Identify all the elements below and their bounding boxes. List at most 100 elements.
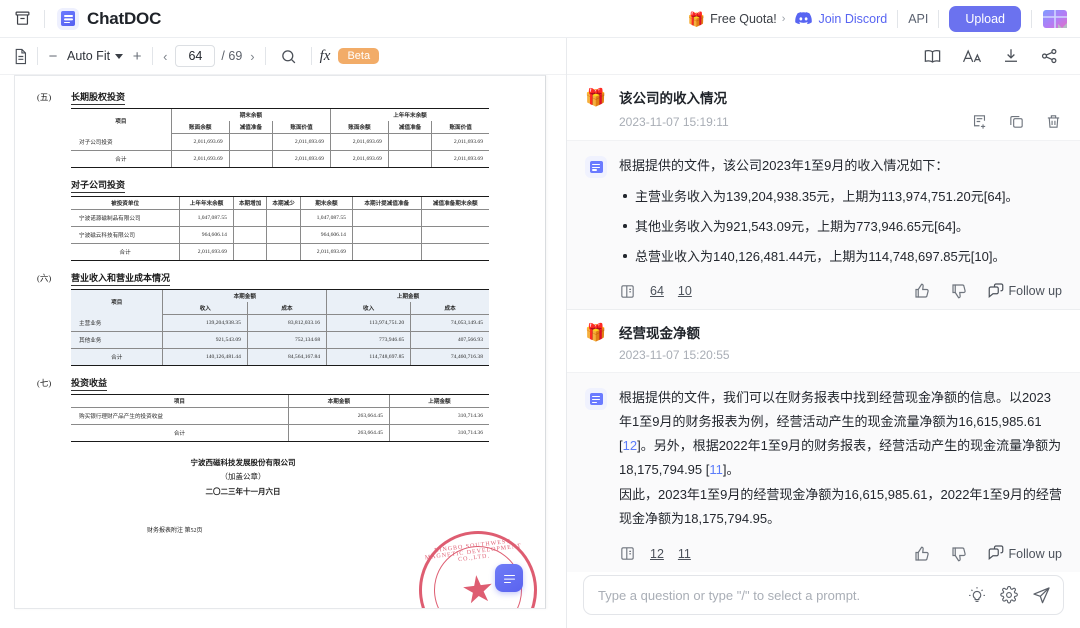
section-title: 对子公司投资 [71,178,125,193]
fx-icon[interactable]: fx [320,48,331,65]
api-link[interactable]: API [908,12,928,26]
answer-paragraph-1: 根据提供的文件，我们可以在财务报表中找到经营现金净额的信息。以2023年1至9月… [619,386,1062,482]
chat-bubble-icon[interactable] [495,564,523,592]
section-number: (六) [37,272,61,284]
font-size-icon[interactable] [962,47,982,66]
col-decrease: 本期减少 [267,197,300,210]
row-label: 主营业务 [71,315,163,332]
table-investment-income: 项目 本期金额 上期金额 购买银行理财产品产生的投资收益 263,664.45 … [71,394,489,442]
search-input[interactable] [598,588,968,603]
zoom-mode-label: Auto Fit [67,49,110,63]
cell [352,210,421,227]
question-block: 🎁 该公司的收入情况 2023-11-07 15:19:11 [567,75,1080,141]
citation-link[interactable]: 12 [650,547,664,561]
answer-footer: 12 11 [619,545,1062,563]
thumbs-down-icon[interactable] [950,545,968,563]
avatar[interactable] [1042,6,1068,32]
zoom-mode-select[interactable]: Auto Fit [67,49,123,63]
row-label: 合计 [71,349,163,366]
zoom-in-button[interactable]: + [130,48,144,65]
signature-company: 宁波西磁科技发展股份有限公司 [37,456,449,470]
cell [388,134,431,151]
prev-page-button[interactable]: ‹ [161,49,169,64]
chevron-right-icon: › [782,13,786,25]
header-left-group: ChatDOC [10,7,161,31]
thumbs-up-icon[interactable] [913,545,931,563]
book-icon[interactable] [923,47,942,66]
row-label: 对子公司投资 [71,134,171,151]
citation-ref[interactable]: 10 [974,249,988,264]
citation-link[interactable]: 64 [650,284,664,298]
list-item: 总营业收入为140,126,481.44元，上期为114,748,697.85元… [619,246,1062,268]
question-block: 🎁 经营现金净额 2023-11-07 15:20:55 [567,310,1080,373]
cell [233,210,266,227]
settings-gear-icon[interactable] [1000,586,1018,604]
chat-panel: 🎁 该公司的收入情况 2023-11-07 15:19:11 [567,38,1080,628]
cell: 964,606.14 [300,227,352,244]
table-revenue-cost-highlighted[interactable]: 项目 本期金额 上期金额 收入 成本 收入 成本 主营业 [71,289,489,366]
search-icon[interactable] [280,48,297,65]
zoom-controls: − Auto Fit + [46,48,144,65]
send-icon[interactable] [1032,586,1051,605]
table-header-row: 项目 本期金额 上期金额 [71,290,489,303]
table-row: 合计 263,664.45 310,714.36 [71,425,489,442]
citation-link[interactable]: 10 [678,284,692,298]
table-row: 其他业务 921,543.09 752,134.68 773,946.65 40… [71,332,489,349]
zoom-out-button[interactable]: − [46,48,60,65]
download-icon[interactable] [1002,47,1020,65]
top-header-bar: ChatDOC 🎁 Free Quota! › Join Discord API… [0,0,1080,38]
follow-up-button[interactable]: Follow up [987,283,1063,300]
upload-button[interactable]: Upload [949,6,1021,32]
brand-logo-group[interactable]: ChatDOC [57,8,161,30]
citation-ref[interactable]: 64 [938,219,952,234]
section-heading: (六) 营业收入和营业成本情况 [37,271,489,286]
citation-ref[interactable]: 12 [623,438,637,453]
company-seal-stamp: NINGBO SOUTHWEST MAGNETIC DEVELOPMENT CO… [412,524,544,609]
col-book-balance-1: 账面余额 [171,121,229,134]
delete-icon[interactable] [1045,113,1062,130]
cell: 1,047,087.55 [180,210,234,227]
free-quota-button[interactable]: 🎁 Free Quota! › [688,12,786,26]
citation-ref[interactable]: 11 [709,462,723,477]
archive-box-icon[interactable] [10,7,34,31]
note-add-icon[interactable] [971,113,988,130]
header-divider-3 [938,10,939,28]
table-row: 合计 140,126,481.44 84,564,167.84 114,748,… [71,349,489,366]
cell [233,244,266,261]
pdf-page-64: (五) 长期股权投资 项目 期末余额 上年年末余额 账面余额 减值准备 [14,75,546,609]
source-panel-icon[interactable] [619,545,636,562]
cell [233,227,266,244]
document-outline-icon[interactable] [12,48,29,65]
cell: 2,011,693.69 [171,151,229,168]
share-icon[interactable] [1040,47,1058,65]
cell [352,244,421,261]
copy-icon[interactable] [1008,113,1025,130]
signature-seal-note: （加盖公章） [37,470,449,484]
lightbulb-icon[interactable] [968,586,986,604]
follow-up-label: Follow up [1009,547,1063,561]
question-content: 该公司的收入情况 2023-11-07 15:19:11 [619,87,1062,130]
source-panel-icon[interactable] [619,283,636,300]
citation-ref[interactable]: 64 [987,189,1001,204]
thumbs-down-icon[interactable] [950,282,968,300]
pdf-viewer-panel: − Auto Fit + ‹ / 69 › [0,38,567,628]
answer-bullet-list: 主营业务收入为139,204,938.35元，上期为113,974,751.20… [619,186,1062,268]
next-page-button[interactable]: › [248,49,256,64]
pdf-scroll-area[interactable]: (五) 长期股权投资 项目 期末余额 上年年末余额 账面余额 减值准备 [0,75,566,628]
page-navigation: ‹ / 69 › [161,45,257,67]
answer-footer: 64 10 [619,282,1062,300]
bullet-text: 其他业务收入为921,543.09元，上期为773,946.65元[ [635,219,938,234]
row-label: 购买银行理财产品产生的投资收益 [71,408,288,425]
page-number-input[interactable] [175,45,215,67]
cell: 113,974,751.20 [327,315,411,332]
conversation-list[interactable]: 🎁 该公司的收入情况 2023-11-07 15:19:11 [567,75,1080,572]
col-impairment-2: 减值准备 [388,121,431,134]
app-root: ChatDOC 🎁 Free Quota! › Join Discord API… [0,0,1080,628]
cell [267,210,300,227]
thumbs-up-icon[interactable] [913,282,931,300]
col-investee: 被投资单位 [71,197,180,210]
join-discord-button[interactable]: Join Discord [795,12,887,26]
citation-link[interactable]: 11 [678,547,691,561]
signature-date: 二〇二三年十一月六日 [37,485,449,499]
follow-up-button[interactable]: Follow up [987,545,1063,562]
